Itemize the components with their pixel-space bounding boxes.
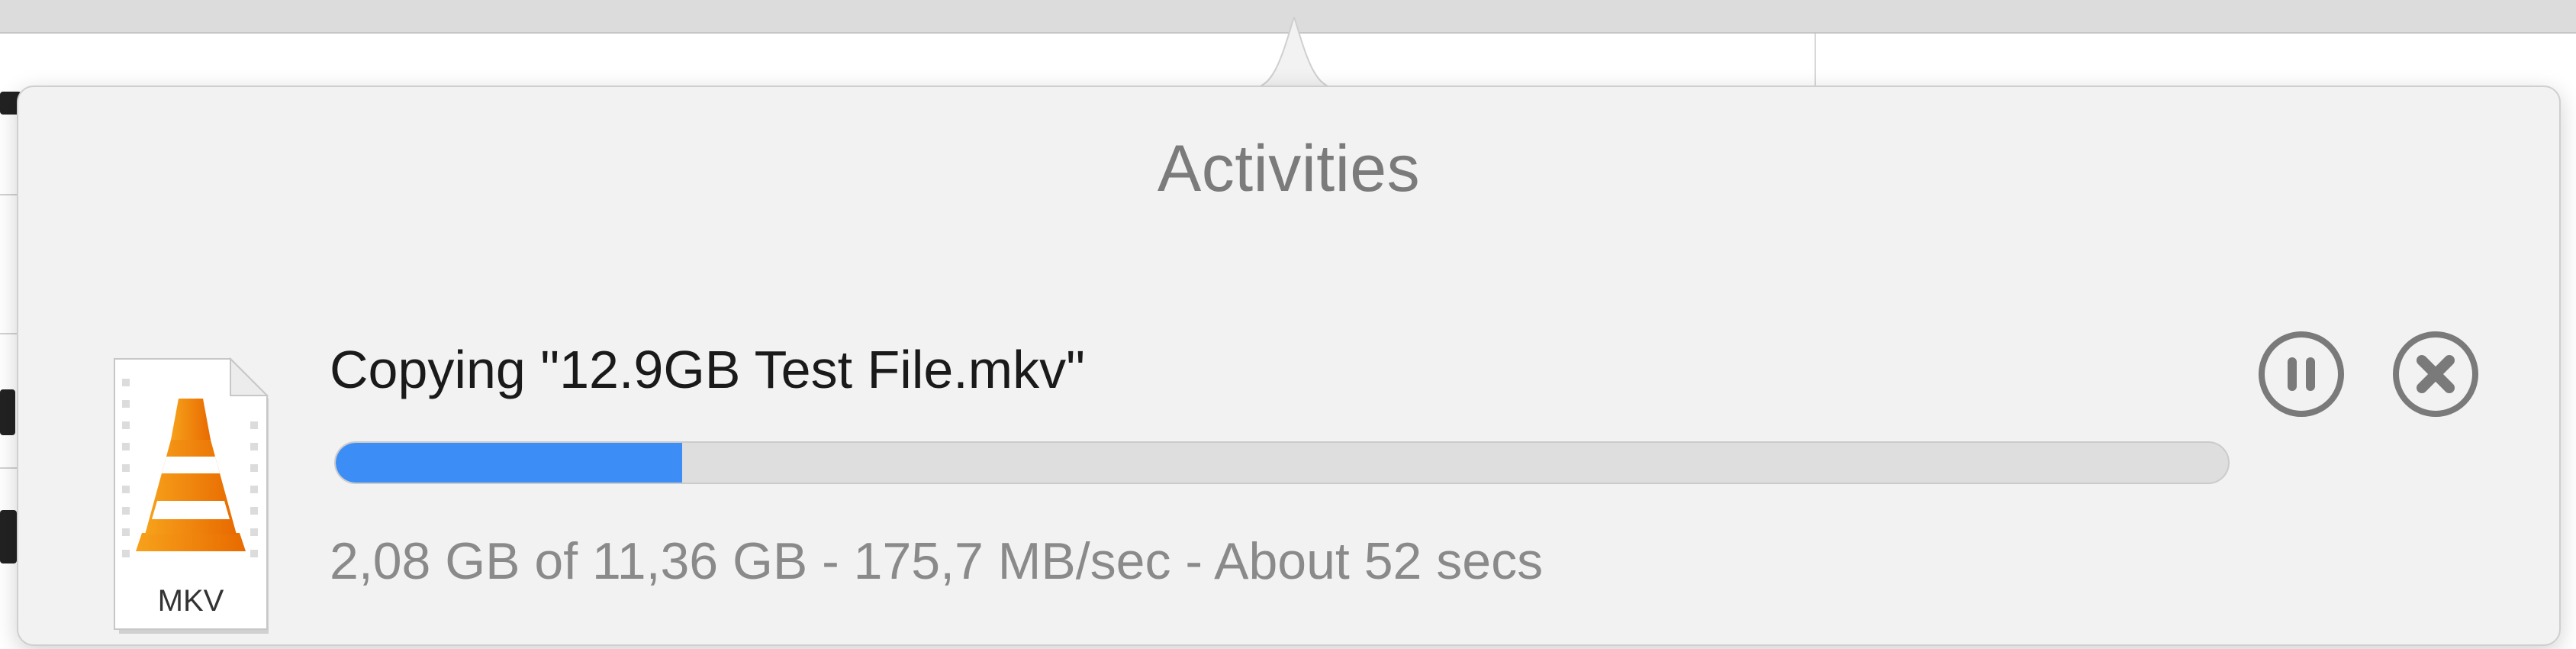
popover-title: Activities: [1157, 132, 1421, 205]
activities-popover: Activities MKV Copying "12.9GB Test File…: [17, 86, 2561, 646]
vlc-mkv-file-icon: MKV: [114, 357, 269, 634]
stop-circle-icon: [2393, 331, 2478, 417]
popover-arrow: [1251, 17, 1337, 89]
background-column-divider: [1814, 34, 1816, 92]
background-text-fragment: [0, 389, 15, 435]
activity-title: Copying "12.9GB Test File.mkv": [330, 340, 1085, 399]
stop-copy-button[interactable]: [2391, 330, 2480, 418]
copy-progress-bar: [334, 441, 2230, 484]
progress-bar-fill: [336, 443, 682, 483]
background-text-fragment: [0, 510, 17, 563]
activity-status-text: 2,08 GB of 11,36 GB - 175,7 MB/sec - Abo…: [330, 532, 1544, 590]
pause-circle-icon: [2259, 331, 2344, 417]
svg-text:MKV: MKV: [158, 584, 224, 618]
pause-button[interactable]: [2257, 330, 2346, 418]
